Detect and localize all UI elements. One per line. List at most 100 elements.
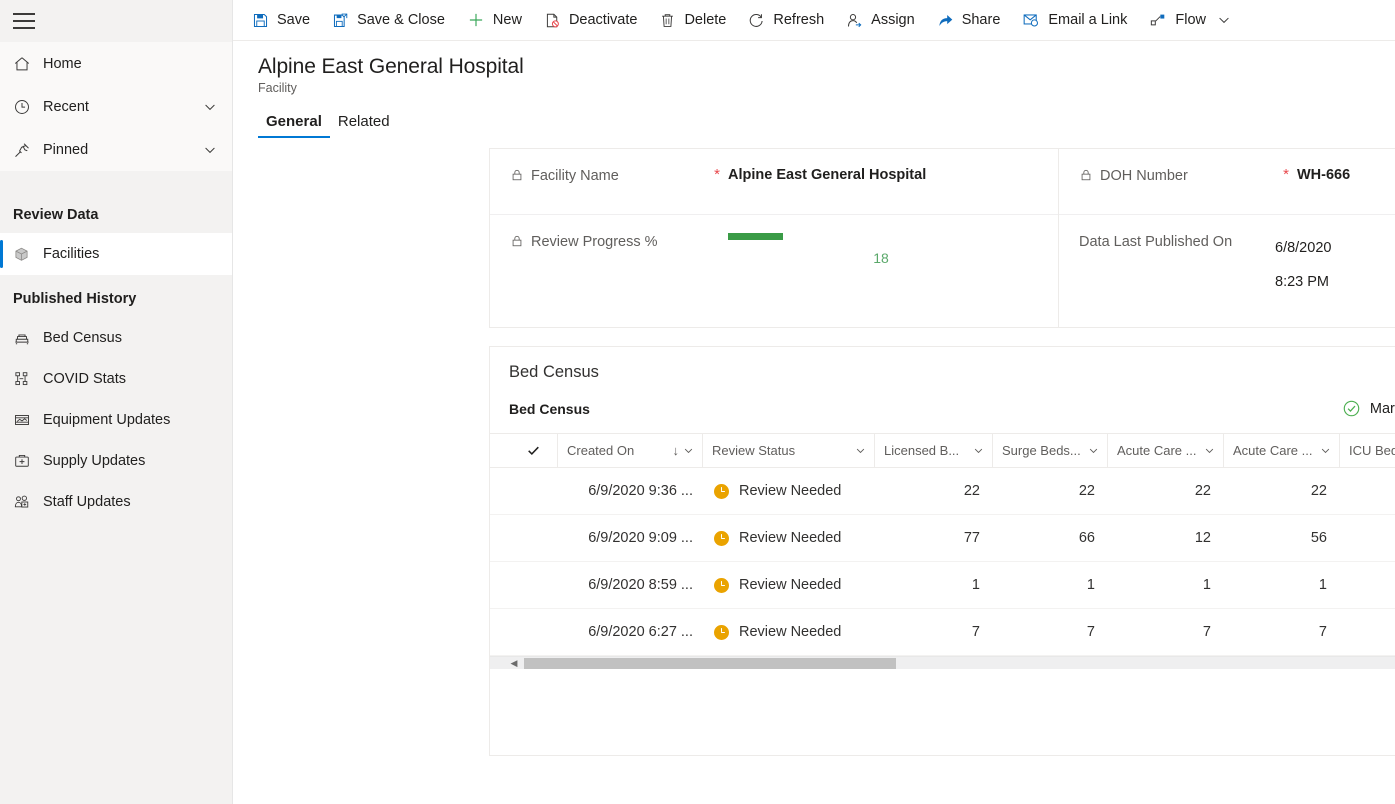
field-doh-number: DOH Number * WH-666 xyxy=(1059,149,1395,215)
clock-amber-icon xyxy=(714,531,729,546)
sidebar-item-label: Supply Updates xyxy=(43,453,145,469)
refresh-button[interactable]: Refresh xyxy=(737,0,835,41)
chevron-down-icon[interactable] xyxy=(1319,444,1332,457)
deactivate-icon xyxy=(544,12,561,29)
table-row[interactable]: 6/9/2020 8:59 ...Review Needed111111No xyxy=(490,562,1395,609)
cell-numeric: 22 xyxy=(1223,483,1339,499)
save-icon xyxy=(252,12,269,29)
select-all-checkmark-icon[interactable] xyxy=(509,443,557,458)
grid-column-header[interactable]: Acute Care ... xyxy=(1107,433,1223,468)
cell-numeric: 22 xyxy=(992,483,1107,499)
grid-column-header[interactable]: Surge Beds... xyxy=(992,433,1107,468)
column-header-controls[interactable] xyxy=(1319,444,1332,457)
tab-related[interactable]: Related xyxy=(330,113,398,138)
sidebar-item-recent[interactable]: Recent xyxy=(0,85,232,128)
clock-amber-icon xyxy=(714,484,729,499)
sidebar-item-supply-updates[interactable]: Supply Updates xyxy=(0,440,232,481)
status-badge: Review Needed xyxy=(739,624,841,640)
flow-button[interactable]: Flow xyxy=(1138,0,1210,41)
scrollbar-track[interactable] xyxy=(519,657,1395,670)
grid-column-header[interactable]: Licensed B... xyxy=(874,433,992,468)
cell-numeric: 1 xyxy=(992,577,1107,593)
sidebar-item-label: Home xyxy=(43,56,218,72)
field-label: Facility Name xyxy=(510,167,706,185)
email-a-link-button[interactable]: Email a Link xyxy=(1011,0,1138,41)
mark-complete-button[interactable]: Mark Complete xyxy=(1330,394,1395,423)
sidebar-item-facilities[interactable]: Facilities xyxy=(0,233,232,275)
facility-name-value[interactable]: Alpine East General Hospital xyxy=(728,167,926,183)
cell-review-status: Review Needed xyxy=(702,530,874,546)
required-indicator: * xyxy=(706,167,728,183)
column-header-controls[interactable] xyxy=(1087,444,1100,457)
sidebar-item-bed-census[interactable]: Bed Census xyxy=(0,317,232,358)
subgrid-actions: Mark Complete Refresh xyxy=(1330,394,1395,423)
chevron-down-icon[interactable] xyxy=(682,444,695,457)
sidebar-item-label: Staff Updates xyxy=(43,494,131,510)
table-row[interactable]: 6/9/2020 9:09 ...Review Needed7766125620… xyxy=(490,515,1395,562)
published-time-value[interactable]: 8:23 PM xyxy=(1275,274,1329,290)
scrollbar-thumb[interactable] xyxy=(524,658,896,669)
sidebar-item-home[interactable]: Home xyxy=(0,42,232,85)
review-progress-control: 18 xyxy=(728,233,1034,266)
cell-numeric: 66 xyxy=(992,530,1107,546)
flow-chevron-down-icon[interactable] xyxy=(1210,0,1238,41)
progress-bar xyxy=(728,233,1034,240)
grid-column-header[interactable]: ICU Beds (... xyxy=(1339,433,1395,468)
chevron-down-icon[interactable] xyxy=(1087,444,1100,457)
bed-icon xyxy=(13,329,43,347)
cell-numeric: 1 xyxy=(1223,577,1339,593)
scroll-left-arrow[interactable]: ◀ xyxy=(509,658,519,669)
grid-column-header[interactable]: Review Status xyxy=(702,433,874,468)
column-header-controls[interactable] xyxy=(1203,444,1216,457)
sidebar-item-staff-updates[interactable]: Staff Updates xyxy=(0,481,232,522)
column-header-controls[interactable] xyxy=(972,444,985,457)
deactivate-button[interactable]: Deactivate xyxy=(533,0,649,41)
column-header-label: ICU Beds (... xyxy=(1349,443,1395,458)
new-button[interactable]: New xyxy=(456,0,533,41)
sidebar-item-covid-stats[interactable]: COVID Stats xyxy=(0,358,232,399)
table-row[interactable]: 6/9/2020 9:36 ...Review Needed2222222222… xyxy=(490,468,1395,515)
published-date-value[interactable]: 6/8/2020 xyxy=(1275,240,1331,256)
grid-body: 6/9/2020 9:36 ...Review Needed2222222222… xyxy=(490,468,1395,656)
clock-icon xyxy=(13,98,43,116)
general-column-left: Facility Name * Alpine East General Hosp… xyxy=(490,149,1058,327)
trash-icon xyxy=(659,12,676,29)
cube-icon xyxy=(13,246,43,263)
command-label: Delete xyxy=(684,12,726,28)
form-tabs: General Related xyxy=(233,113,1395,138)
horizontal-scrollbar[interactable]: ◀ ▶ xyxy=(490,656,1395,669)
column-header-controls[interactable] xyxy=(854,444,867,457)
share-button[interactable]: Share xyxy=(926,0,1012,41)
sidebar-item-equipment-updates[interactable]: Equipment Updates xyxy=(0,399,232,440)
status-badge: Review Needed xyxy=(739,577,841,593)
field-label-text: Data Last Published On xyxy=(1079,231,1275,253)
chevron-down-icon[interactable] xyxy=(202,142,218,158)
sidebar-menu-toggle[interactable] xyxy=(0,0,232,42)
save-and-close-button[interactable]: Save & Close xyxy=(321,0,456,41)
chevron-down-icon[interactable] xyxy=(202,99,218,115)
cell-numeric: 56 xyxy=(1223,530,1339,546)
doh-number-value[interactable]: WH-666 xyxy=(1297,167,1350,183)
form-content: Facility Name * Alpine East General Hosp… xyxy=(233,138,1395,804)
cell-numeric: 7 xyxy=(874,624,992,640)
tab-general[interactable]: General xyxy=(258,113,330,138)
sidebar-item-label: Recent xyxy=(43,99,202,115)
save-button[interactable]: Save xyxy=(241,0,321,41)
entity-type-label: Facility xyxy=(258,81,1395,95)
command-label: Save & Close xyxy=(357,12,445,28)
grid-column-header[interactable]: Created On↓ xyxy=(557,433,702,468)
chevron-down-icon[interactable] xyxy=(854,444,867,457)
cell-created-on: 6/9/2020 6:27 ... xyxy=(557,624,702,640)
command-label: Share xyxy=(962,12,1001,28)
chevron-down-icon[interactable] xyxy=(972,444,985,457)
refresh-icon xyxy=(748,12,765,29)
delete-button[interactable]: Delete xyxy=(648,0,737,41)
required-indicator: * xyxy=(1275,167,1297,183)
sidebar-item-pinned[interactable]: Pinned xyxy=(0,128,232,171)
chevron-down-icon[interactable] xyxy=(1203,444,1216,457)
table-row[interactable]: 6/9/2020 6:27 ...Review Needed777777Yes xyxy=(490,609,1395,656)
grid-column-header[interactable]: Acute Care ... xyxy=(1223,433,1339,468)
assign-button[interactable]: Assign xyxy=(835,0,926,41)
column-header-controls[interactable]: ↓ xyxy=(673,443,696,458)
sidebar-item-label: Bed Census xyxy=(43,330,122,346)
